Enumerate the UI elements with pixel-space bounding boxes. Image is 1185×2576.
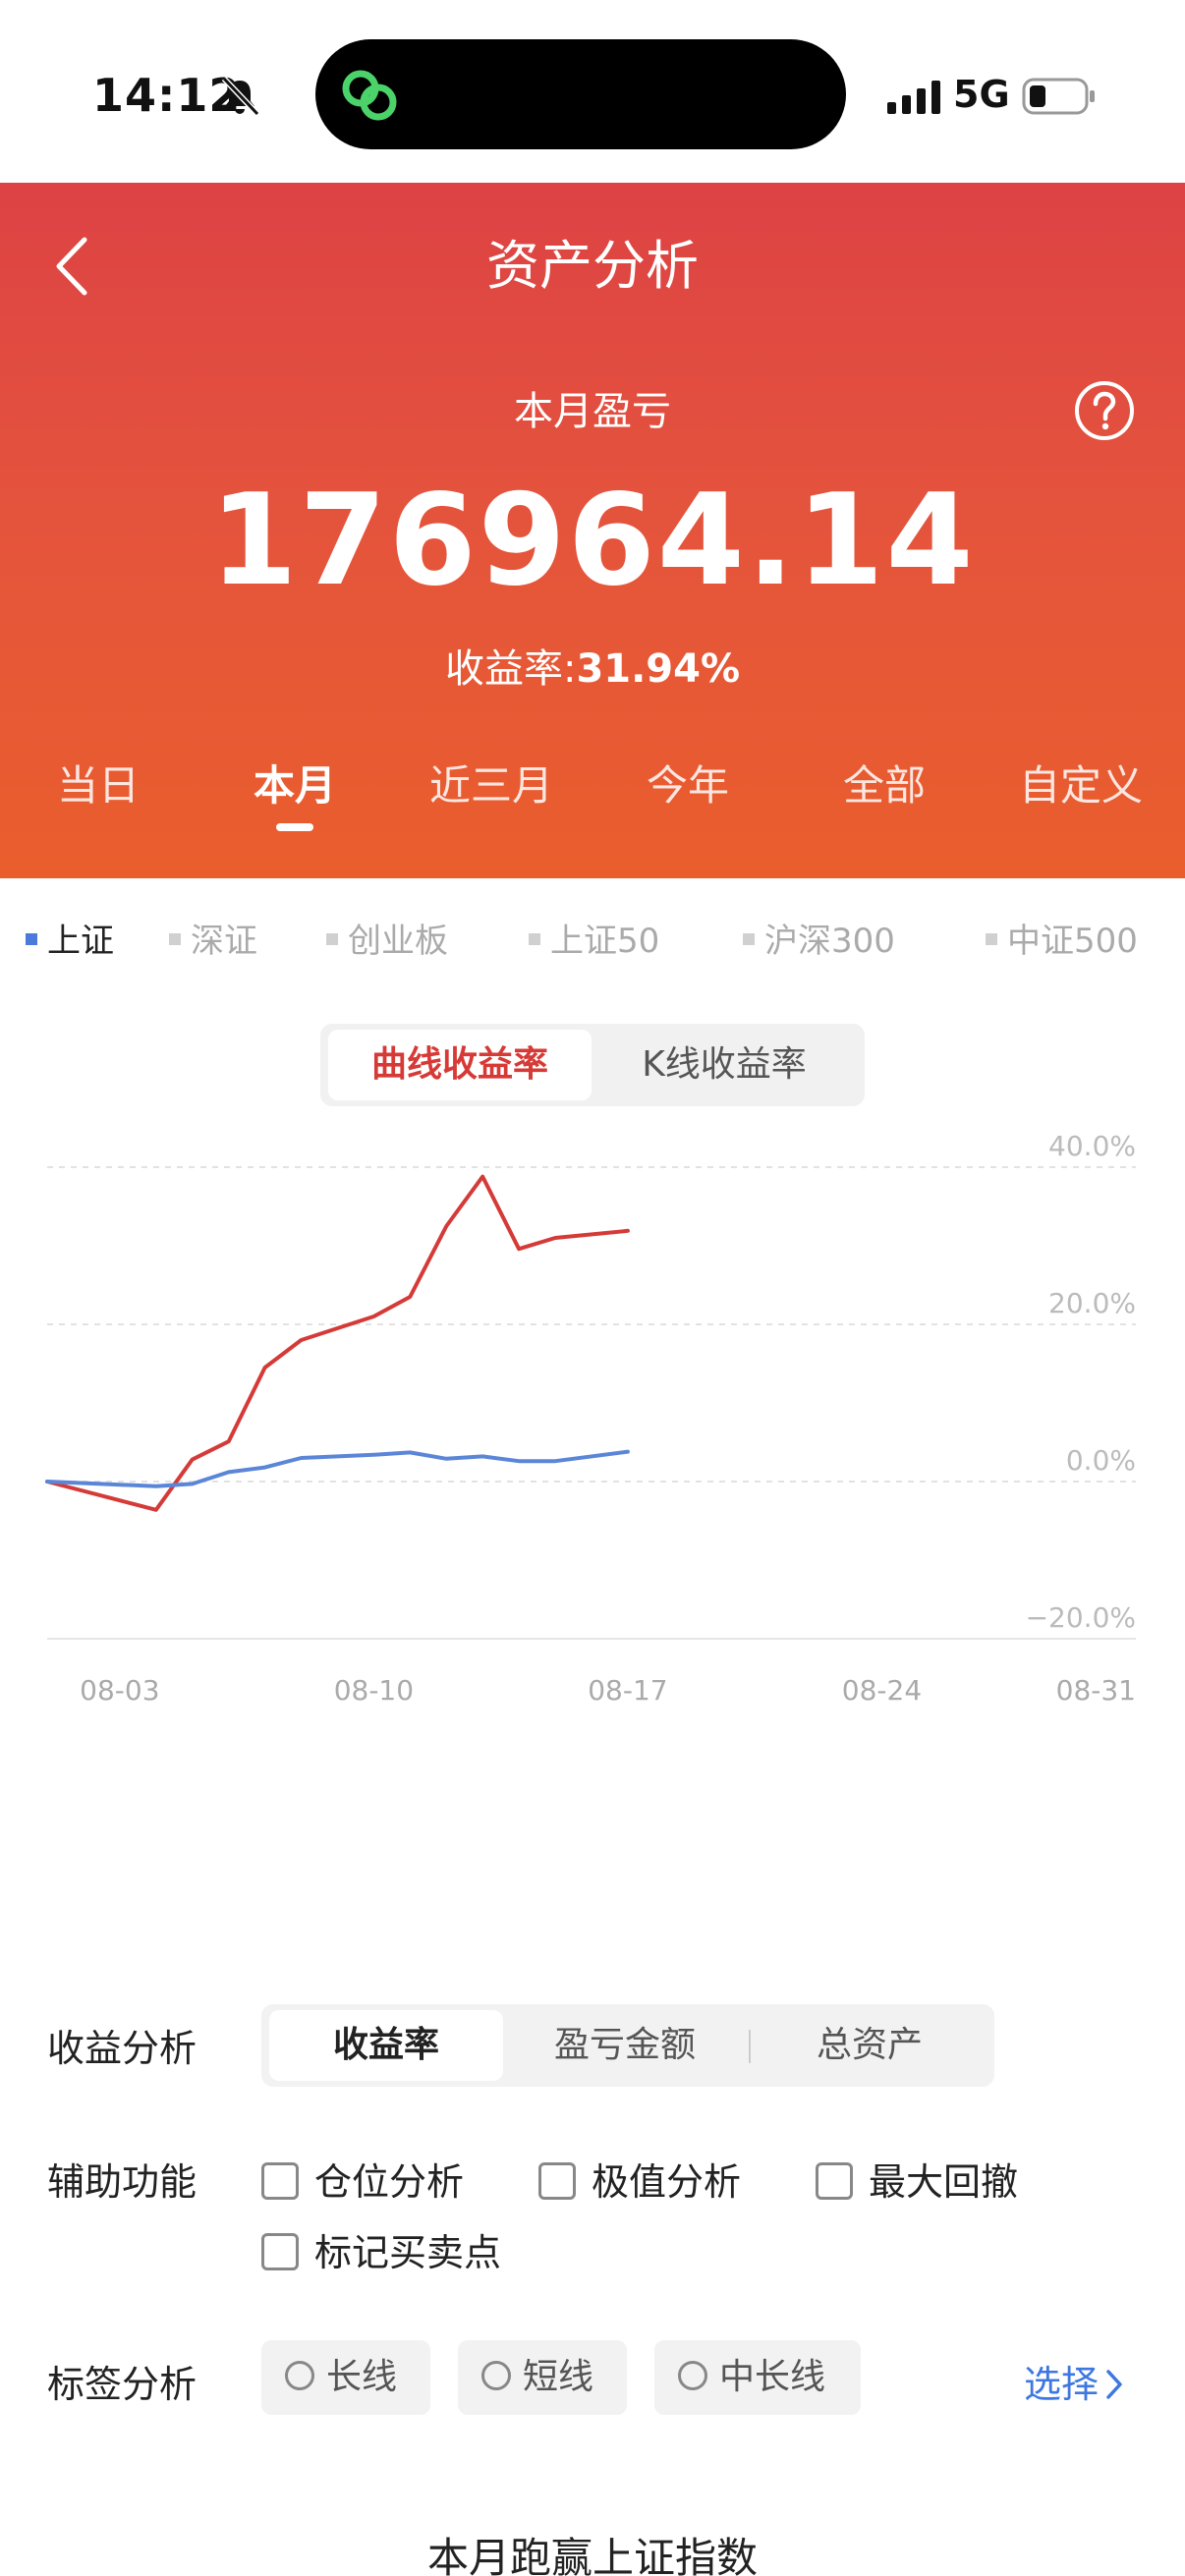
tag-label: 中长线: [719, 2357, 826, 2397]
chevron-right-icon: [1106, 2369, 1122, 2399]
yield-value: 31.94%: [576, 646, 741, 692]
tab-today[interactable]: 当日: [0, 753, 197, 812]
tab-last-three-months[interactable]: 近三月: [393, 753, 590, 812]
segment-divider: [749, 2030, 751, 2063]
checkbox-box: [538, 2161, 576, 2200]
tag-mid-long-term[interactable]: 中长线: [654, 2340, 861, 2415]
x-tick-label: 08-31: [1056, 1674, 1136, 1707]
index-marker: [169, 932, 181, 945]
radio-circle: [678, 2361, 707, 2390]
page-title: 资产分析: [486, 235, 699, 297]
profit-analysis-segment: 收益率 盈亏金额 总资产: [261, 2004, 994, 2087]
index-shenzhen[interactable]: 深证: [169, 914, 257, 962]
radio-circle: [285, 2361, 314, 2390]
x-tick-label: 08-17: [588, 1674, 667, 1707]
dynamic-island: [315, 39, 846, 149]
yield-rate: 收益率:31.94%: [0, 637, 1185, 694]
index-label: 深证: [191, 922, 257, 961]
active-tab-indicator: [276, 823, 313, 831]
yield-chart-svg: 40.0% 20.0% 0.0% −20.0% 08-03 08-10 08-17 08-24…: [45, 1130, 1136, 1707]
checkbox-label: 极值分析: [592, 2160, 742, 2204]
index-label: 沪深300: [764, 922, 895, 961]
tag-long-term[interactable]: 长线: [261, 2340, 430, 2415]
index-chinext[interactable]: 创业板: [326, 914, 448, 962]
radio-circle: [481, 2361, 511, 2390]
tab-all[interactable]: 全部: [786, 753, 983, 812]
profit-value: 176964.14: [209, 468, 976, 614]
chart-type-toggle: 曲线收益率 K线收益率: [320, 1024, 865, 1106]
seg-profit-amount[interactable]: 盈亏金额: [507, 2010, 743, 2081]
index-csi300[interactable]: 沪深300: [743, 914, 895, 962]
period-profit-label: 本月盈亏: [514, 389, 671, 434]
link-rings-icon: [342, 70, 397, 121]
seg-total-assets[interactable]: 总资产: [753, 2010, 987, 2081]
checkbox-label: 标记买卖点: [314, 2231, 502, 2274]
profit-analysis-label: 收益分析: [47, 2027, 198, 2070]
index-marker: [529, 932, 540, 945]
index-marker: [326, 932, 338, 945]
checkbox-label: 最大回撤: [869, 2160, 1019, 2204]
seg-yield-rate[interactable]: 收益率: [269, 2010, 503, 2081]
period-tabs: 当日 本月 近三月 今年 全部 自定义: [0, 753, 1185, 861]
tag-label: 长线: [326, 2357, 398, 2397]
max-drawdown-checkbox[interactable]: 最大回撤: [816, 2152, 1018, 2206]
checkbox-box: [261, 2161, 299, 2200]
index-marker: [743, 932, 755, 945]
checkbox-label: 仓位分析: [314, 2160, 465, 2204]
network-label: 5G: [953, 73, 1010, 116]
position-analysis-checkbox[interactable]: 仓位分析: [261, 2152, 464, 2206]
signal-icon: [887, 81, 940, 114]
x-tick-label: 08-03: [80, 1674, 159, 1707]
bell-muted-icon: [221, 76, 260, 117]
y-tick-label: 20.0%: [1048, 1287, 1136, 1319]
checkbox-box: [261, 2232, 299, 2270]
index-selector: 上证 深证 创业板 上证50 沪深300 中证500: [0, 914, 1185, 973]
extreme-analysis-checkbox[interactable]: 极值分析: [538, 2152, 741, 2206]
outperform-title: 本月跑赢上证指数: [426, 2534, 758, 2576]
index-csi500[interactable]: 中证500: [986, 914, 1138, 962]
asset-header: 资产分析 本月盈亏 176964.14 收益率:31.94% 当日 本月 近三月…: [0, 183, 1185, 878]
index-marker: [26, 932, 37, 945]
index-marker: [986, 932, 997, 945]
tab-custom[interactable]: 自定义: [983, 753, 1179, 812]
index-shanghai[interactable]: 上证: [26, 914, 114, 962]
kline-yield-button[interactable]: K线收益率: [592, 1030, 857, 1100]
choose-label: 选择: [1024, 2363, 1100, 2406]
battery-icon: [1022, 78, 1095, 115]
x-tick-label: 08-24: [842, 1674, 922, 1707]
mark-trades-checkbox[interactable]: 标记买卖点: [261, 2222, 501, 2276]
checkbox-box: [816, 2161, 853, 2200]
index-label: 创业板: [348, 922, 448, 961]
index-label: 中证500: [1007, 922, 1138, 961]
help-icon[interactable]: [1073, 379, 1136, 442]
aux-function-label: 辅助功能: [47, 2160, 198, 2204]
y-tick-label: 40.0%: [1048, 1130, 1136, 1162]
tag-short-term[interactable]: 短线: [458, 2340, 627, 2415]
tag-choose-link[interactable]: 选择: [1024, 2354, 1124, 2408]
index-label: 上证: [47, 922, 114, 961]
curve-yield-button[interactable]: 曲线收益率: [328, 1030, 592, 1100]
yield-chart: 40.0% 20.0% 0.0% −20.0% 08-03 08-10 08-17 08-24…: [0, 1120, 1185, 1945]
index-label: 上证50: [550, 922, 660, 961]
tag-analysis-label: 标签分析: [47, 2363, 198, 2406]
tab-this-month-label: 本月: [253, 761, 336, 810]
status-bar: 14:12 5G: [0, 0, 1185, 183]
tag-label: 短线: [523, 2357, 594, 2397]
x-tick-label: 08-10: [334, 1674, 414, 1707]
tab-this-month[interactable]: 本月: [197, 753, 393, 831]
yield-label: 收益率:: [444, 646, 577, 692]
y-tick-label: 0.0%: [1066, 1444, 1136, 1477]
index-sse50[interactable]: 上证50: [529, 914, 659, 962]
tab-this-year[interactable]: 今年: [590, 753, 786, 812]
y-tick-label: −20.0%: [1026, 1601, 1136, 1634]
